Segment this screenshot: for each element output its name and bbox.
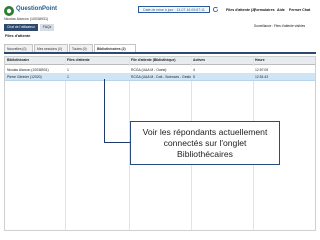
column-divider xyxy=(65,57,66,230)
panel-title: Files d'attente xyxy=(5,34,31,38)
tab-faqs[interactable]: FAQs xyxy=(40,24,54,31)
nav-close-chat[interactable]: Fermer Chat xyxy=(289,8,310,12)
column-header-time[interactable]: Heure xyxy=(255,58,265,62)
table-header: Bibliothécaire Files d'attente File d'at… xyxy=(5,57,315,65)
cell-time: 12:57:05 xyxy=(255,67,269,72)
cell-queues: 1 xyxy=(67,67,69,72)
nav-help[interactable]: Aide xyxy=(277,8,285,12)
column-header-queue-library[interactable]: File d'attente (Bibliothèque) xyxy=(131,58,176,62)
annotation-callout: Voir les répondants actuellement connect… xyxy=(130,121,280,165)
nav-forms[interactable]: Formulaires xyxy=(254,8,275,12)
cell-librarian: Nicolas Alarcon (10038931) xyxy=(7,67,49,72)
cell-queues: 1 xyxy=(67,74,69,79)
subtab-my-sessions[interactable]: Mes sessions (0) xyxy=(34,44,68,52)
tab-user-chat[interactable]: Chat de l'utilisateur xyxy=(4,24,38,31)
column-header-queues[interactable]: Files d'attente xyxy=(67,58,90,62)
subtab-divider xyxy=(4,52,316,54)
callout-connector-horizontal xyxy=(104,142,130,143)
nav-waiting-queues[interactable]: Files d'attente (2) xyxy=(226,8,255,12)
column-header-active[interactable]: Actives xyxy=(193,58,205,62)
cell-queue-library: RCGA (U&A M - Doit - Sciences - Gestion) xyxy=(131,74,191,79)
callout-text: Voir les répondants actuellement connect… xyxy=(142,126,268,159)
callout-connector-vertical xyxy=(104,79,105,142)
subtab-all[interactable]: Toutes (0) xyxy=(69,44,93,52)
cell-active: 5 xyxy=(193,74,195,79)
cell-queue-library: RCGA (U&A M - Ouest) xyxy=(131,67,167,72)
cell-time: 12:51:43 xyxy=(255,74,269,79)
app-logo-text: QuestionPoint xyxy=(16,6,57,12)
refresh-timestamp: Date de mise à jour : 13-07-16 09:57:11 xyxy=(138,6,210,13)
subtab-librarians[interactable]: Bibliothécaires (2) xyxy=(94,44,136,52)
table-row[interactable]: Pierre Gérinier (12020) 1 RCGA (U&A M - … xyxy=(5,73,315,81)
subtab-new[interactable]: Nouvelles (0) xyxy=(4,44,33,52)
current-user: Nicolas Alarcon (10038931) xyxy=(4,17,49,21)
refresh-icon[interactable] xyxy=(212,6,219,13)
cell-librarian: Pierre Gérinier (12020) xyxy=(7,74,42,79)
visible-queues-link[interactable]: Surveillance : Files d'attente visibles xyxy=(254,24,305,28)
column-header-librarian[interactable]: Bibliothécaire xyxy=(7,58,29,62)
cell-active: 4 xyxy=(193,67,195,72)
